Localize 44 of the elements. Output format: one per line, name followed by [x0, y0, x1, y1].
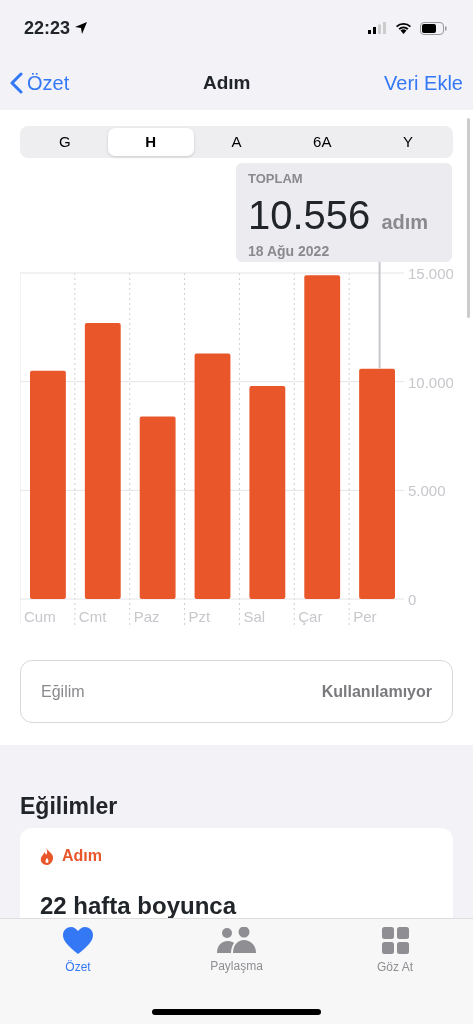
- bar[interactable]: [249, 386, 286, 599]
- signal-icon: [368, 22, 387, 34]
- battery-icon: [420, 21, 447, 35]
- chevron-left-icon: [10, 72, 23, 94]
- range-tab[interactable]: G: [22, 128, 108, 156]
- range-tab[interactable]: H: [107, 128, 194, 156]
- trend-value: Kullanılamıyor: [321, 681, 432, 702]
- bar[interactable]: [139, 416, 176, 599]
- trend-label: Eğilim: [41, 681, 85, 702]
- people-icon: [216, 927, 257, 953]
- x-axis-label: Çar: [298, 608, 323, 625]
- grid-icon: [381, 927, 409, 954]
- date-label: 18 Ağu 2022: [248, 241, 331, 261]
- bar[interactable]: [304, 275, 341, 599]
- x-axis-label: Paz: [133, 608, 160, 625]
- page-title: Adım: [202, 70, 251, 95]
- range-tab[interactable]: A: [193, 128, 280, 156]
- y-axis-label: 5.000: [408, 482, 446, 500]
- total-value: 10.556: [248, 192, 371, 237]
- x-axis-label: Per: [353, 608, 377, 625]
- y-axis-label: 10.000: [408, 373, 453, 391]
- flame-icon: [40, 847, 54, 865]
- x-axis-label: Sal: [243, 608, 266, 625]
- x-axis-label: Cum: [24, 608, 56, 625]
- range-tab[interactable]: 6A: [279, 128, 366, 156]
- section-heading: Eğilimler: [20, 792, 119, 821]
- range-tab[interactable]: Y: [365, 128, 451, 156]
- tooltip-caption: TOPLAM: [248, 170, 304, 188]
- bar[interactable]: [84, 323, 121, 599]
- card-title: Adım: [62, 846, 102, 866]
- x-axis-label: Cmt: [78, 608, 107, 625]
- trend-row[interactable]: Eğilim Kullanılamıyor: [20, 660, 453, 723]
- y-axis-label: 15.000: [408, 265, 453, 282]
- clock-time: 22:23: [24, 16, 71, 40]
- wifi-icon: [395, 22, 412, 34]
- location-arrow-icon: [74, 21, 89, 35]
- y-axis-label: 0: [408, 591, 417, 608]
- unit-label: adım: [381, 210, 429, 233]
- x-axis-label: Pzt: [188, 608, 211, 625]
- back-button[interactable]: Özet: [10, 68, 70, 98]
- add-data-button[interactable]: Veri Ekle: [384, 68, 463, 98]
- heart-icon: [63, 927, 93, 954]
- tab-bar-item[interactable]: Özet: [8, 919, 148, 1024]
- bar[interactable]: [194, 353, 231, 599]
